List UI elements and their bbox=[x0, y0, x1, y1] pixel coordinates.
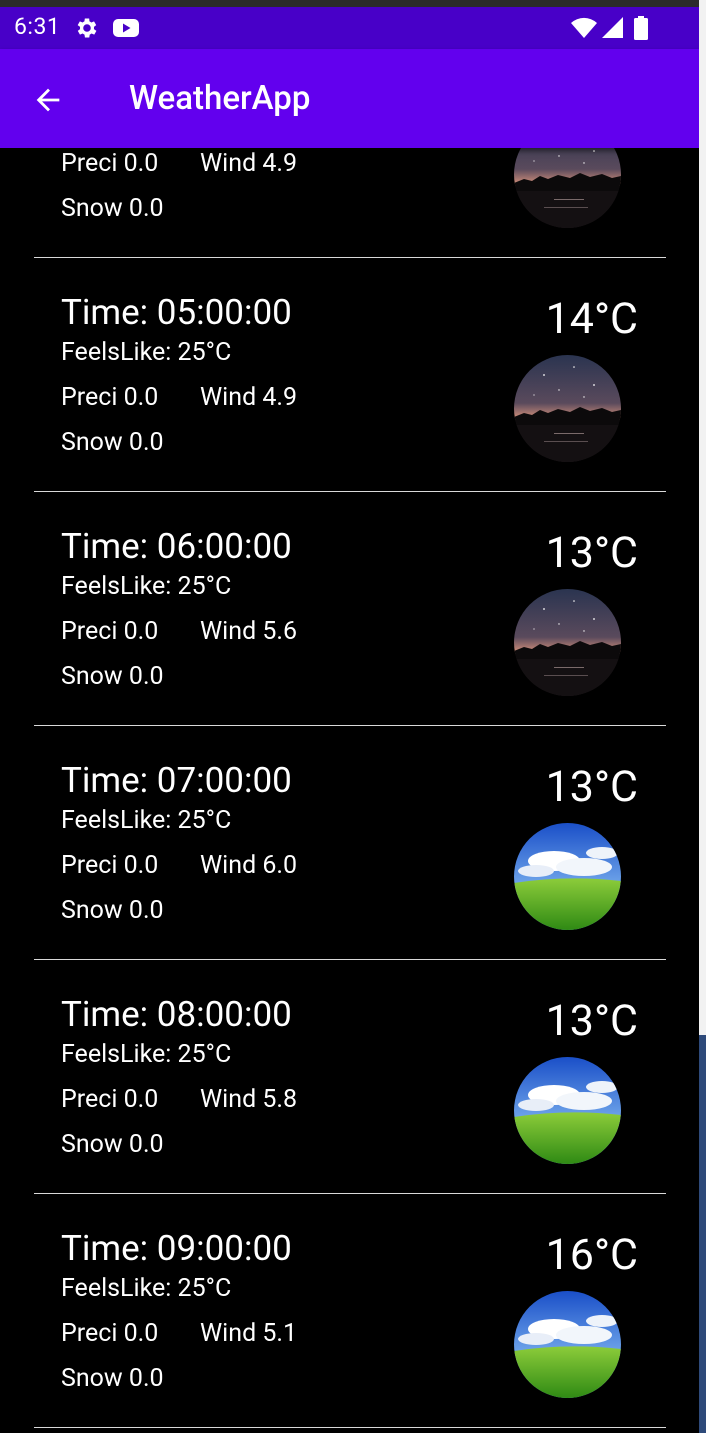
row-precipitation: Preci 0.0 bbox=[61, 383, 159, 412]
battery-icon bbox=[632, 15, 658, 41]
row-feels-like: FeelsLike: 25°C bbox=[61, 338, 232, 367]
row-temperature: 13°C bbox=[545, 762, 638, 812]
app-bar: WeatherApp bbox=[0, 49, 699, 148]
row-time: Time: 08:00:00 bbox=[61, 994, 292, 1035]
forecast-row[interactable]: Preci 0.0 Wind 4.9 Snow 0.0 bbox=[34, 148, 666, 258]
row-feels-like: FeelsLike: 25°C bbox=[61, 806, 232, 835]
row-temperature: 14°C bbox=[545, 294, 638, 344]
row-precipitation: Preci 0.0 bbox=[61, 851, 159, 880]
row-precipitation: Preci 0.0 bbox=[61, 1085, 159, 1114]
row-feels-like: FeelsLike: 25°C bbox=[61, 1274, 232, 1303]
gear-icon bbox=[74, 15, 100, 41]
row-feels-like: FeelsLike: 25°C bbox=[61, 572, 232, 601]
forecast-list[interactable]: Preci 0.0 Wind 4.9 Snow 0.0 Time: 05:00:… bbox=[0, 148, 699, 1433]
forecast-row[interactable]: Time: 07:00:00 FeelsLike: 25°C Preci 0.0… bbox=[34, 726, 666, 960]
row-wind: Wind 5.8 bbox=[200, 1085, 298, 1114]
row-snow: Snow 0.0 bbox=[61, 662, 164, 691]
row-snow: Snow 0.0 bbox=[61, 194, 164, 223]
row-temperature: 16°C bbox=[545, 1230, 638, 1280]
forecast-row[interactable]: Time: 06:00:00 FeelsLike: 25°C Preci 0.0… bbox=[34, 492, 666, 726]
row-precipitation: Preci 0.0 bbox=[61, 1319, 159, 1348]
row-feels-like: FeelsLike: 25°C bbox=[61, 1040, 232, 1069]
row-wind: Wind 6.0 bbox=[200, 851, 298, 880]
youtube-icon bbox=[112, 15, 139, 41]
row-time: Time: 06:00:00 bbox=[61, 526, 292, 567]
row-temperature: 13°C bbox=[545, 996, 638, 1046]
forecast-row[interactable]: Time: 08:00:00 FeelsLike: 25°C Preci 0.0… bbox=[34, 960, 666, 1194]
night-sky-image bbox=[514, 148, 621, 228]
day-sky-image bbox=[514, 1057, 621, 1164]
row-snow: Snow 0.0 bbox=[61, 1130, 164, 1159]
status-time: 6:31 bbox=[14, 13, 61, 40]
row-precipitation: Preci 0.0 bbox=[61, 149, 159, 178]
row-wind: Wind 5.6 bbox=[200, 617, 298, 646]
row-snow: Snow 0.0 bbox=[61, 428, 164, 457]
row-time: Time: 07:00:00 bbox=[61, 760, 292, 801]
day-sky-image bbox=[514, 823, 621, 930]
row-wind: Wind 5.1 bbox=[200, 1319, 298, 1348]
back-button[interactable] bbox=[20, 72, 76, 128]
row-temperature: 13°C bbox=[545, 528, 638, 578]
forecast-row[interactable]: Time: 09:00:00 FeelsLike: 25°C Preci 0.0… bbox=[34, 1194, 666, 1428]
forecast-row[interactable]: Time: 05:00:00 FeelsLike: 25°C Preci 0.0… bbox=[34, 258, 666, 492]
row-snow: Snow 0.0 bbox=[61, 896, 164, 925]
wifi-icon bbox=[570, 15, 597, 41]
day-sky-image bbox=[514, 1291, 621, 1398]
row-snow: Snow 0.0 bbox=[61, 1364, 164, 1393]
row-wind: Wind 4.9 bbox=[200, 149, 298, 178]
row-precipitation: Preci 0.0 bbox=[61, 617, 159, 646]
row-wind: Wind 4.9 bbox=[200, 383, 298, 412]
night-sky-image bbox=[514, 589, 621, 696]
app-title: WeatherApp bbox=[129, 79, 311, 118]
row-time: Time: 05:00:00 bbox=[61, 292, 292, 333]
arrow-back-icon bbox=[36, 88, 60, 112]
signal-icon bbox=[600, 15, 626, 41]
night-sky-image bbox=[514, 355, 621, 462]
window-edge bbox=[699, 0, 706, 1433]
device-screen: 6:31 WeatherApp Preci 0.0 Wind 4.9 Snow … bbox=[0, 0, 699, 1433]
row-time: Time: 09:00:00 bbox=[61, 1228, 292, 1269]
status-bar: 6:31 bbox=[0, 7, 699, 49]
